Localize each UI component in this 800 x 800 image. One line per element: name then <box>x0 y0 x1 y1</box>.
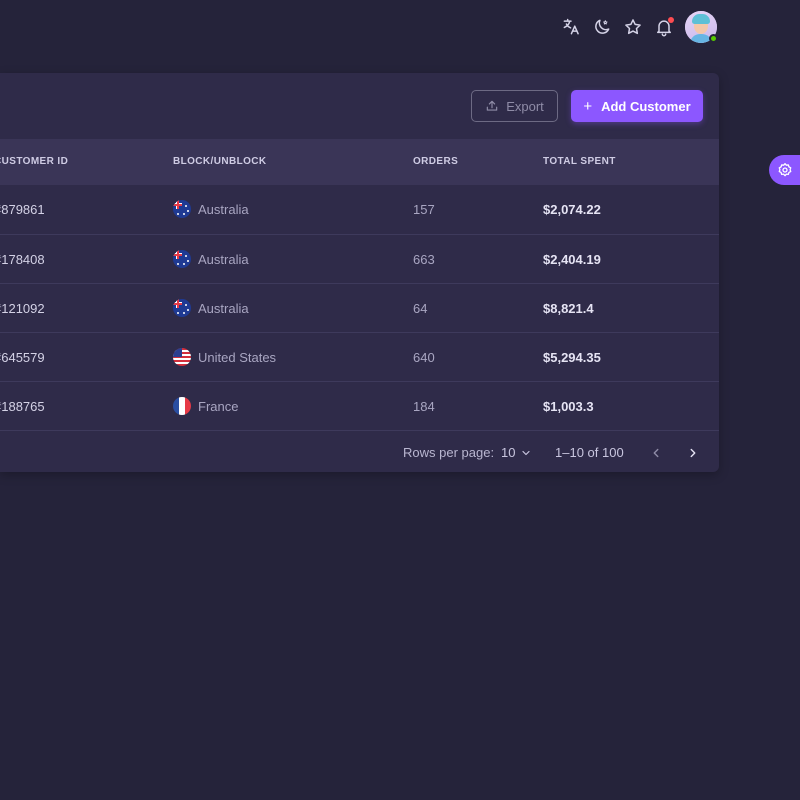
topbar-actions <box>558 10 718 44</box>
plus-icon: + <box>583 97 593 115</box>
australia-flag-icon <box>173 200 191 218</box>
table-row[interactable]: #178408 Australia 663 $2,404.19 <box>0 234 719 283</box>
total-spent: $2,404.19 <box>543 252 601 267</box>
orders-count: 640 <box>413 350 435 365</box>
country-cell: Australia <box>173 200 249 218</box>
customizer-toggle-button[interactable] <box>769 155 800 185</box>
bell-icon[interactable] <box>651 14 677 40</box>
table-pagination: Rows per page: 10 1–10 of 100 <box>0 430 719 472</box>
country-cell: Australia <box>173 250 249 268</box>
country-cell: Australia <box>173 299 249 317</box>
column-header-total-spent[interactable]: TOTAL SPENT <box>543 156 616 167</box>
customer-id[interactable]: #121092 <box>0 301 45 316</box>
online-status-dot <box>709 34 718 43</box>
total-spent: $1,003.3 <box>543 399 594 414</box>
orders-count: 663 <box>413 252 435 267</box>
country-name: Australia <box>198 201 249 217</box>
table-row[interactable]: #188765 France 184 $1,003.3 <box>0 381 719 430</box>
customer-id[interactable]: #178408 <box>0 252 45 267</box>
export-label: Export <box>506 98 544 114</box>
pagination-range: 1–10 of 100 <box>555 445 624 460</box>
country-cell: United States <box>173 348 276 366</box>
moon-icon[interactable] <box>589 14 615 40</box>
notification-dot <box>668 17 674 23</box>
table-row[interactable]: #879861 Australia 157 $2,074.22 <box>0 185 719 234</box>
country-name: United States <box>198 349 277 365</box>
country-name: Australia <box>198 251 249 267</box>
star-icon[interactable] <box>620 14 646 40</box>
rows-per-page-label: Rows per page: <box>403 445 495 460</box>
total-spent: $8,821.4 <box>543 301 594 316</box>
australia-flag-icon <box>173 299 191 317</box>
customer-id[interactable]: #879861 <box>0 202 45 217</box>
australia-flag-icon <box>173 250 191 268</box>
column-header-customer-id[interactable]: CUSTOMER ID <box>0 156 68 167</box>
customers-card: Export + Add Customer CUSTOMER ID BLOCK/… <box>0 73 719 472</box>
rows-per-page-select[interactable]: 10 <box>501 445 532 460</box>
united-states-flag-icon <box>173 348 191 366</box>
chevron-down-icon <box>522 450 531 455</box>
export-button[interactable]: Export <box>471 90 558 122</box>
orders-count: 64 <box>413 301 428 316</box>
next-page-button[interactable] <box>682 442 704 464</box>
upload-icon <box>486 100 498 111</box>
orders-count: 157 <box>413 202 435 217</box>
column-header-orders[interactable]: ORDERS <box>413 156 458 167</box>
total-spent: $5,294.35 <box>543 350 601 365</box>
country-name: France <box>198 398 239 414</box>
card-toolbar: Export + Add Customer <box>0 73 719 139</box>
table-header: CUSTOMER ID BLOCK/UNBLOCK ORDERS TOTAL S… <box>0 139 719 185</box>
france-flag-icon <box>173 397 191 415</box>
country-cell: France <box>173 397 238 415</box>
column-header-block-unblock[interactable]: BLOCK/UNBLOCK <box>173 156 267 167</box>
country-name: Australia <box>198 300 249 316</box>
previous-page-button[interactable] <box>645 442 667 464</box>
table-row[interactable]: #121092 Australia 64 $8,821.4 <box>0 283 719 332</box>
table-row[interactable]: #645579 United States 640 $5,294.35 <box>0 332 719 381</box>
customer-id[interactable]: #188765 <box>0 399 45 414</box>
customer-id[interactable]: #645579 <box>0 350 45 365</box>
chevron-right-icon <box>690 448 696 458</box>
add-customer-label: Add Customer <box>601 98 691 114</box>
gear-icon <box>778 163 792 177</box>
rows-per-page-value: 10 <box>501 445 516 460</box>
chevron-left-icon <box>653 448 659 458</box>
translate-icon[interactable] <box>558 14 584 40</box>
table-body: #879861 Australia 157 $2,074.22 #178408 … <box>0 185 719 430</box>
avatar[interactable] <box>685 11 718 43</box>
add-customer-button[interactable]: + Add Customer <box>571 90 703 122</box>
total-spent: $2,074.22 <box>543 202 601 217</box>
orders-count: 184 <box>413 399 435 414</box>
